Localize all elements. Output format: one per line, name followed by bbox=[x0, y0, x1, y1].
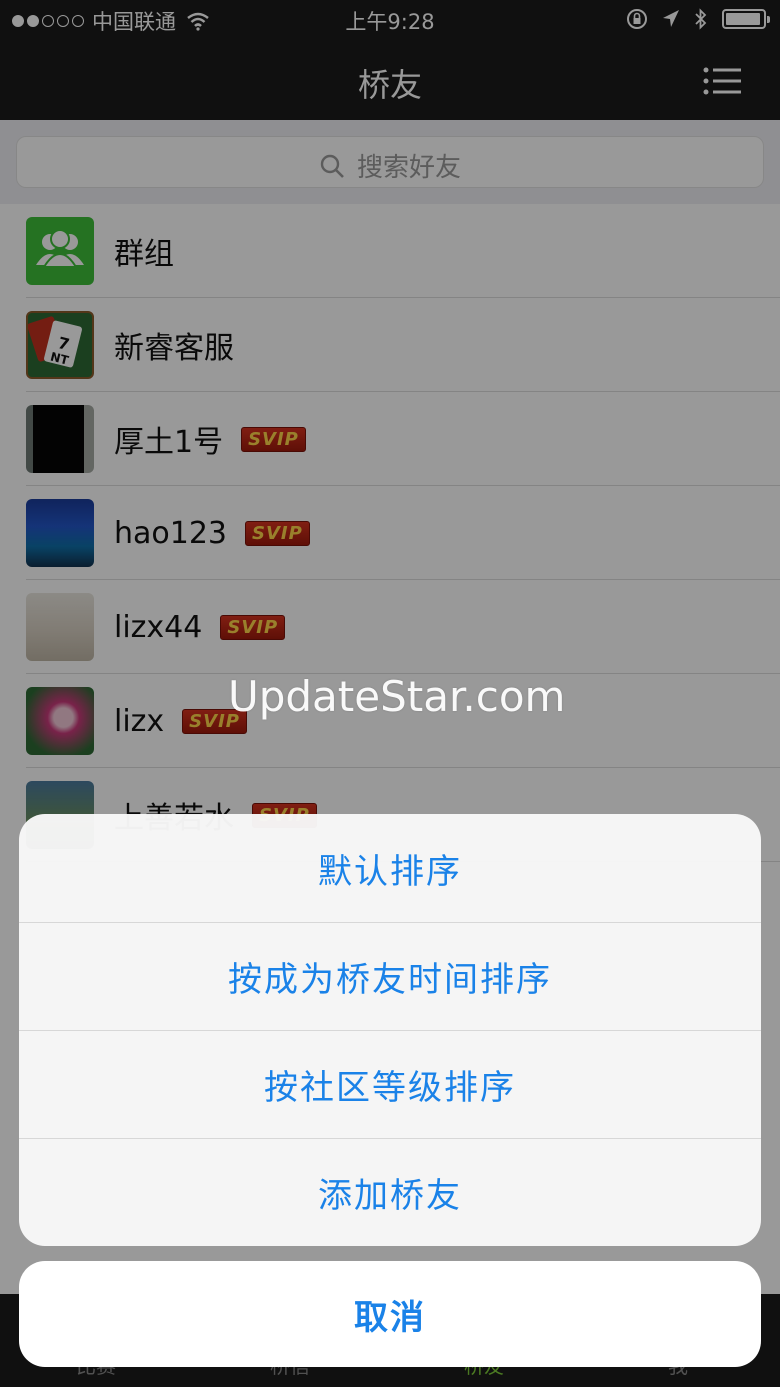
sort-default-button[interactable]: 默认排序 bbox=[19, 814, 761, 922]
add-friend-button[interactable]: 添加桥友 bbox=[19, 1138, 761, 1246]
cancel-button[interactable]: 取消 bbox=[19, 1261, 761, 1367]
sort-by-level-button[interactable]: 按社区等级排序 bbox=[19, 1030, 761, 1138]
action-sheet: 默认排序 按成为桥友时间排序 按社区等级排序 添加桥友 bbox=[19, 814, 761, 1246]
sort-by-friend-time-button[interactable]: 按成为桥友时间排序 bbox=[19, 922, 761, 1030]
watermark: UpdateStar.com bbox=[228, 672, 566, 721]
